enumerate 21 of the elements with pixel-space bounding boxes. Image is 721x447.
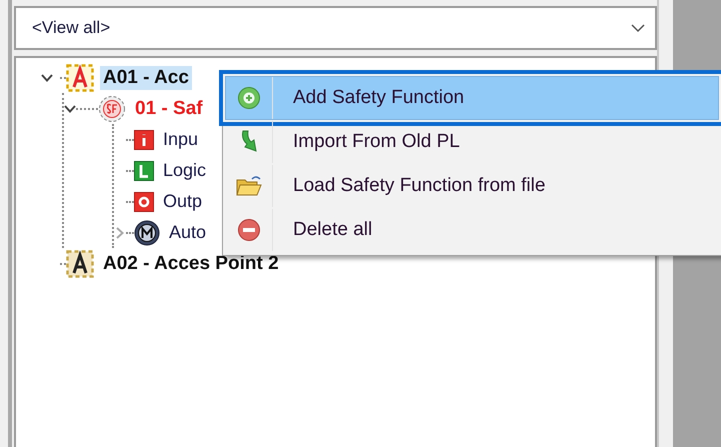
filter-dropdown[interactable]: <View all> [14,6,657,50]
tree-item[interactable]: Logic [160,159,210,182]
tree-item[interactable]: 01 - Saf [132,96,206,120]
output-o-icon [134,192,154,212]
plus-circle-icon [237,86,261,110]
tree-item[interactable]: Auto [166,221,210,244]
tree-item[interactable]: A01 - Acc [100,66,192,90]
warning-a-icon [66,64,94,92]
logic-l-icon [134,160,154,180]
chevron-down-icon [631,24,645,32]
menu-item[interactable]: Load Safety Function from file [225,164,719,208]
motor-m-icon [134,220,160,246]
dropdown-value: <View all> [32,18,110,38]
dashed-a-icon [66,250,94,278]
tree-item[interactable]: Outp [160,190,206,213]
input-i-icon [134,130,154,150]
open-folder-icon [235,174,263,198]
menu-item[interactable]: Import From Old PL [225,120,719,164]
tree-item[interactable]: Inpu [160,128,202,151]
minus-circle-icon [237,218,261,242]
menu-item[interactable]: Delete all [225,208,719,252]
